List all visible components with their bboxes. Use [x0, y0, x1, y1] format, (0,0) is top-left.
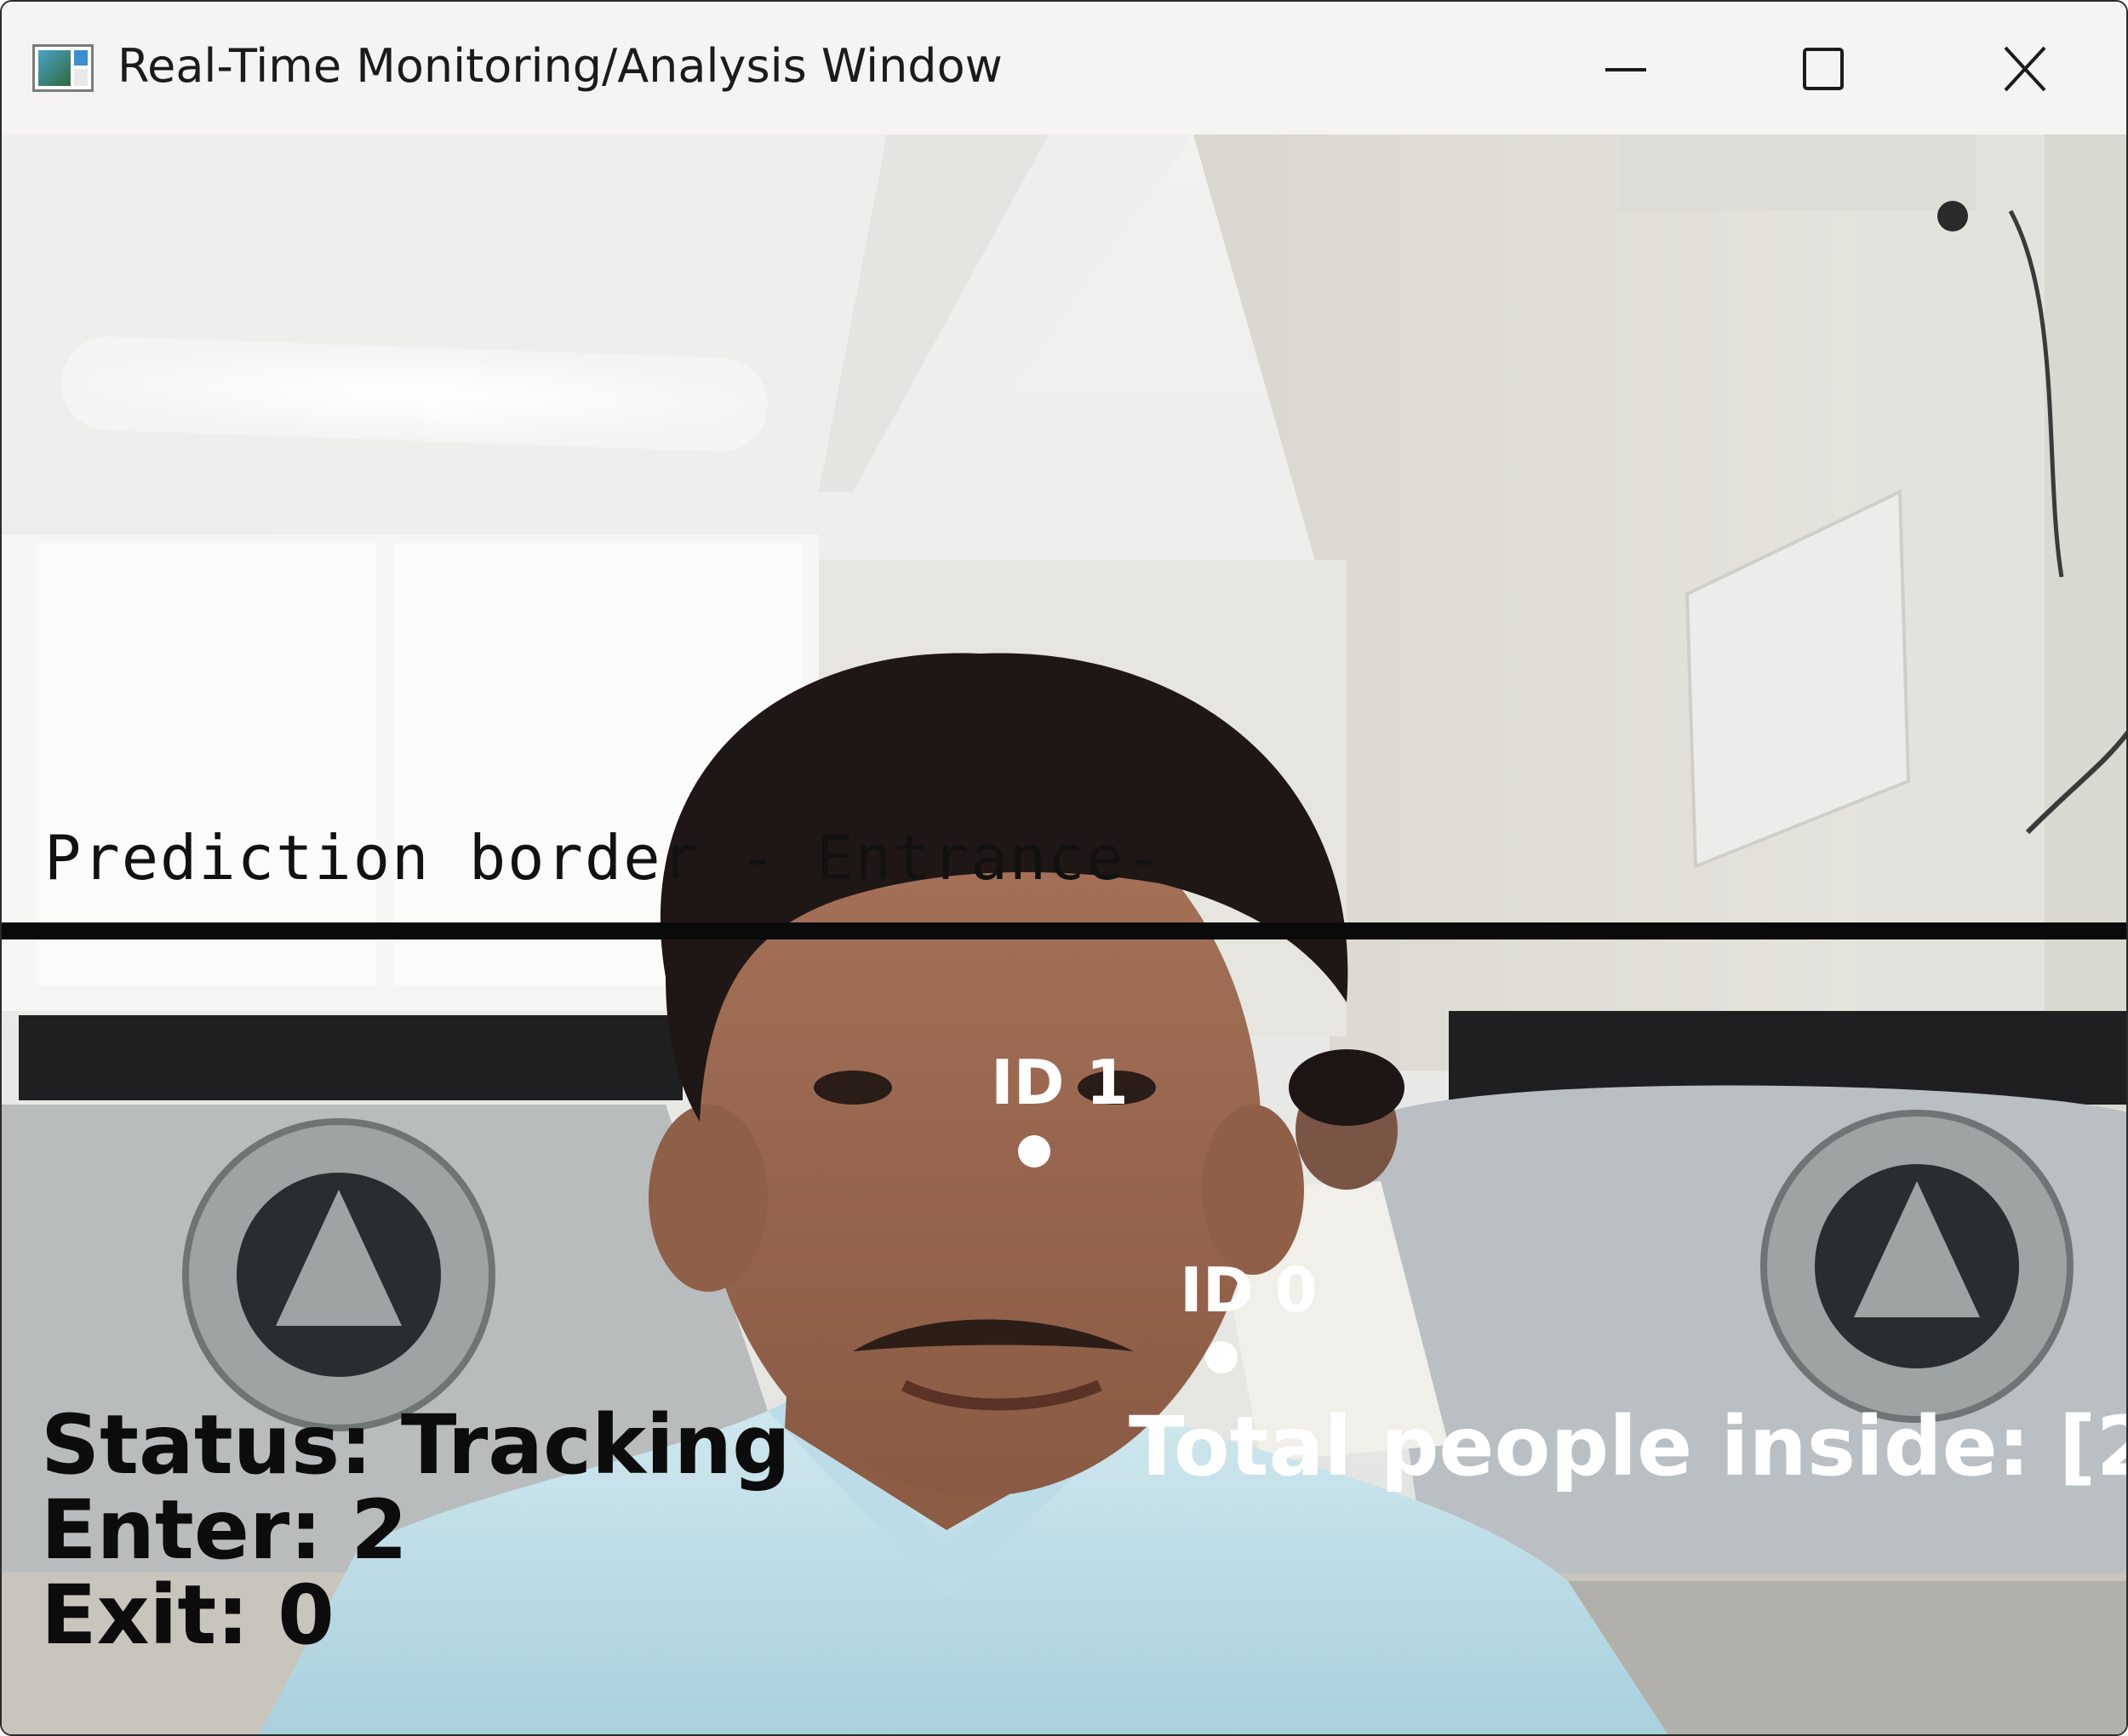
close-icon	[2004, 46, 2046, 92]
app-window: Real-Time Monitoring/Analysis Window Pre…	[0, 0, 2128, 1736]
prediction-border-line	[2, 922, 2126, 939]
maximize-button[interactable]	[1772, 26, 1874, 114]
maximize-icon	[1803, 48, 1844, 90]
title-bar[interactable]: Real-Time Monitoring/Analysis Window	[2, 2, 2126, 134]
close-button[interactable]	[1973, 26, 2075, 114]
exit-count: Exit: 0	[41, 1568, 335, 1663]
enter-count: Enter: 2	[41, 1482, 408, 1578]
tracked-centroid-dot	[1018, 1135, 1050, 1168]
total-people-inside: Total people inside: [2]	[1129, 1399, 2128, 1494]
prediction-border-label: Prediction border - Entrance-	[44, 822, 1164, 894]
tracked-centroid-dot	[1205, 1341, 1238, 1373]
counter-panel: Status: Tracking Enter: 2 Exit: 0	[41, 1402, 791, 1658]
tracked-id-label: ID 0	[1180, 1254, 1318, 1326]
minimize-icon	[1605, 68, 1646, 71]
tracked-id-label: ID 1	[991, 1047, 1129, 1118]
window-title: Real-Time Monitoring/Analysis Window	[117, 39, 1003, 93]
app-icon	[32, 44, 94, 92]
camera-feed: Prediction border - Entrance- ID 1 ID 0 …	[2, 134, 2128, 1734]
status-text: Status: Tracking	[41, 1397, 791, 1493]
minimize-button[interactable]	[1575, 26, 1677, 114]
